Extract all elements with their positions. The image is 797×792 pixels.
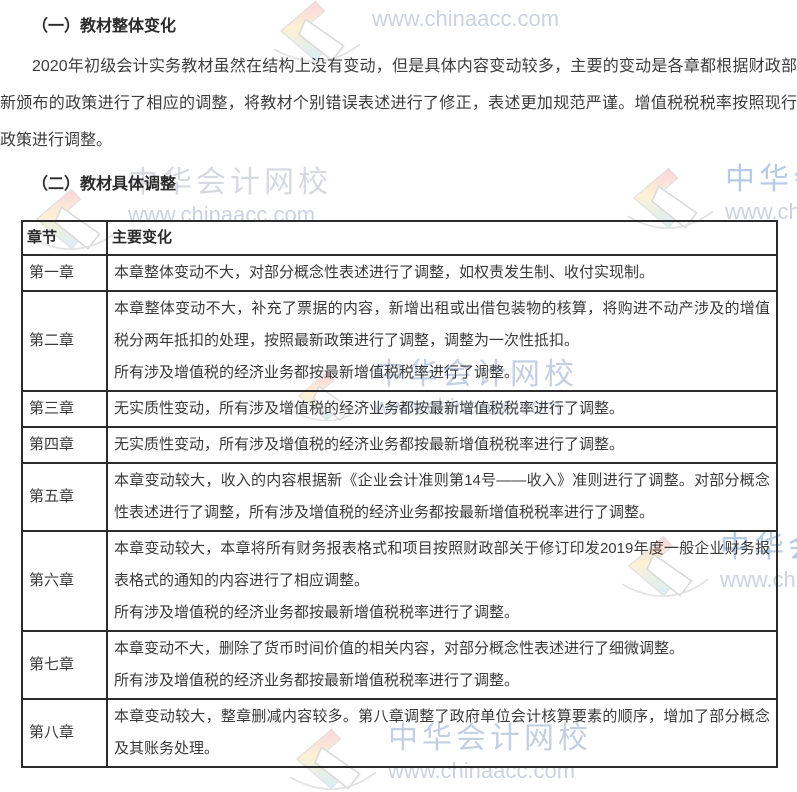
watermark-brand: 中华会计网校: [725, 163, 797, 196]
change-cell: 本章变动不大，删除了货币时间价值的相关内容，对部分概念性表述进行了细微调整。 所…: [106, 630, 778, 700]
chapter-cell: 第一章: [21, 254, 108, 292]
table-header-row: 章节 主要变化: [21, 220, 778, 256]
change-cell: 本章变动较大，整章删减内容较多。第八章调整了政府单位会计核算要素的顺序，增加了部…: [106, 698, 778, 768]
chapter-cell: 第六章: [21, 530, 108, 632]
chapter-changes-table: 章节 主要变化 第一章 本章整体变动不大，对部分概念性表述进行了调整，如权责发生…: [21, 220, 778, 768]
change-cell: 本章整体变动不大，对部分概念性表述进行了调整，如权责发生制、收付实现制。: [106, 254, 778, 292]
chapter-cell: 第五章: [21, 462, 108, 532]
table-row: 第八章 本章变动较大，整章删减内容较多。第八章调整了政府单位会计核算要素的顺序，…: [21, 698, 778, 768]
table-row: 第一章 本章整体变动不大，对部分概念性表述进行了调整，如权责发生制、收付实现制。: [21, 254, 778, 292]
chapter-cell: 第二章: [21, 290, 108, 392]
watermark-url: www.chinaacc.com: [372, 6, 560, 31]
chapter-cell: 第八章: [21, 698, 108, 768]
column-header-chapter: 章节: [21, 220, 108, 256]
change-cell: 本章变动较大，收入的内容根据新《企业会计准则第14号——收入》准则进行了调整。对…: [106, 462, 778, 532]
chapter-cell: 第四章: [21, 426, 108, 464]
change-cell: 本章变动较大，本章将所有财务报表格式和项目按照财政部关于修订印发2019年度一般…: [106, 530, 778, 632]
table-row: 第六章 本章变动较大，本章将所有财务报表格式和项目按照财政部关于修订印发2019…: [21, 530, 778, 632]
overview-paragraph: 2020年初级会计实务教材虽然在结构上没有变动，但是具体内容变动较多，主要的变动…: [0, 58, 797, 149]
table-row: 第三章 无实质性变动，所有涉及增值税的经济业务都按最新增值税税率进行了调整。: [21, 390, 778, 428]
watermark-brand: 中华会计网校: [372, 0, 576, 2]
section-heading-overall-changes: （一）教材整体变化: [32, 18, 177, 35]
section-heading-specific-adjustments: （二）教材具体调整: [32, 176, 177, 193]
table-row: 第四章 无实质性变动，所有涉及增值税的经济业务都按最新增值税税率进行了调整。: [21, 426, 778, 464]
change-cell: 无实质性变动，所有涉及增值税的经济业务都按最新增值税税率进行了调整。: [106, 390, 778, 428]
table-row: 第七章 本章变动不大，删除了货币时间价值的相关内容，对部分概念性表述进行了细微调…: [21, 630, 778, 700]
column-header-main-changes: 主要变化: [106, 220, 778, 256]
change-cell: 本章整体变动不大，补充了票据的内容，新增出租或出借包装物的核算，将购进不动产涉及…: [106, 290, 778, 392]
chapter-cell: 第三章: [21, 390, 108, 428]
chapter-cell: 第七章: [21, 630, 108, 700]
change-cell: 无实质性变动，所有涉及增值税的经济业务都按最新增值税税率进行了调整。: [106, 426, 778, 464]
table-row: 第二章 本章整体变动不大，补充了票据的内容，新增出租或出借包装物的核算，将购进不…: [21, 290, 778, 392]
table-row: 第五章 本章变动较大，收入的内容根据新《企业会计准则第14号——收入》准则进行了…: [21, 462, 778, 532]
